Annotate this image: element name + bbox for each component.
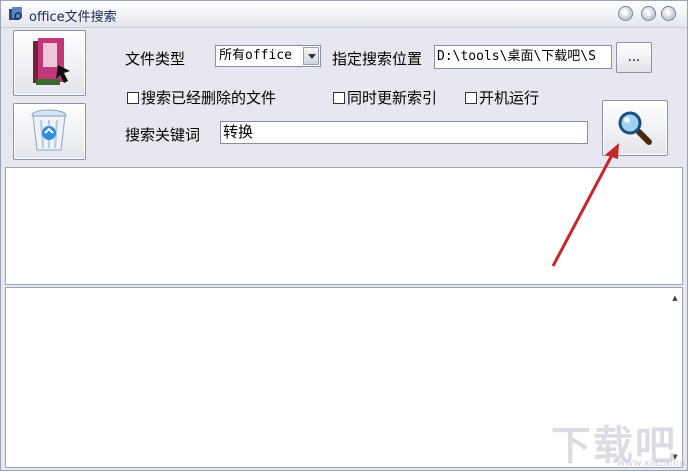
results-list-panel[interactable] xyxy=(5,167,683,285)
option-label: 同时更新索引 xyxy=(347,89,438,107)
browse-button[interactable]: ... xyxy=(616,42,652,73)
option-label: 开机运行 xyxy=(479,89,540,107)
file-type-dropdown[interactable]: 所有office xyxy=(215,45,321,67)
keyword-label: 搜索关键词 xyxy=(125,126,201,144)
close-button[interactable] xyxy=(661,6,676,21)
search-options-panel: 文件类型 所有office 指定搜索位置 D:\tools\桌面\下载吧\S .… xyxy=(4,28,685,166)
keyword-input[interactable]: 转换 xyxy=(220,121,588,144)
app-icon xyxy=(9,7,22,20)
option-label: 搜索已经删除的文件 xyxy=(141,89,277,107)
app-window: office文件搜索 文件类型 所有office 指定搜索位置 D:\tools… xyxy=(0,0,688,471)
magnifier-icon xyxy=(618,111,652,145)
checkbox-icon[interactable] xyxy=(333,92,345,104)
option-run-at-startup[interactable]: 开机运行 xyxy=(465,87,539,108)
watermark-url: www.xiazaiba.com xyxy=(617,458,688,469)
recycle-bin-icon xyxy=(31,109,67,151)
minimize-button[interactable] xyxy=(618,6,633,21)
option-search-deleted[interactable]: 搜索已经删除的文件 xyxy=(127,87,276,108)
window-title: office文件搜索 xyxy=(29,10,117,25)
recycle-bin-button[interactable] xyxy=(13,103,86,160)
search-location-input[interactable]: D:\tools\桌面\下载吧\S xyxy=(434,45,612,69)
search-location-label: 指定搜索位置 xyxy=(332,50,423,68)
checkbox-icon[interactable] xyxy=(465,92,477,104)
search-button[interactable] xyxy=(602,100,668,156)
option-update-index[interactable]: 同时更新索引 xyxy=(333,87,437,108)
file-type-label: 文件类型 xyxy=(125,50,186,68)
office-documents-icon xyxy=(33,38,70,85)
file-type-selected: 所有office xyxy=(219,48,292,63)
title-bar[interactable]: office文件搜索 xyxy=(1,1,687,28)
chevron-down-icon[interactable] xyxy=(303,47,319,65)
maximize-button[interactable] xyxy=(641,6,656,21)
scroll-up-arrow[interactable]: ▲ xyxy=(671,294,679,302)
checkbox-icon[interactable] xyxy=(127,92,139,104)
office-search-button[interactable] xyxy=(13,30,86,96)
